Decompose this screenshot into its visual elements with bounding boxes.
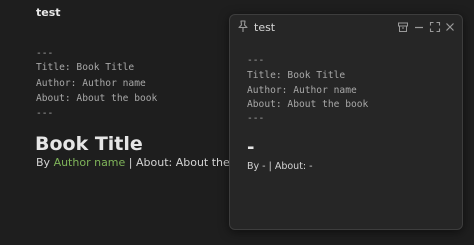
popout-book-title: - [247, 137, 255, 158]
popout-frontmatter-about-line: About: About the book [247, 99, 369, 110]
frontmatter-about-line: About: About the book [36, 93, 158, 104]
frontmatter-open: --- [36, 48, 54, 59]
book-title-heading: Book Title [35, 133, 143, 155]
archive-icon[interactable] [397, 21, 409, 33]
maximize-icon[interactable] [429, 21, 441, 33]
note-title: test [36, 6, 61, 19]
minimize-icon[interactable] [413, 21, 425, 33]
frontmatter-title-line: Title: Book Title [36, 62, 135, 73]
popout-byline: By - | About: - [247, 161, 313, 172]
popout-frontmatter-author-line: Author: Author name [247, 85, 357, 96]
popout-title: test [254, 21, 276, 34]
pin-icon[interactable] [237, 20, 249, 33]
frontmatter-author-line: Author: Author name [36, 78, 146, 89]
popout-header[interactable]: test [230, 15, 462, 39]
by-prefix: By [36, 156, 51, 169]
popout-frontmatter-title-line: Title: Book Title [247, 70, 346, 81]
popout-frontmatter-open: --- [247, 55, 265, 66]
frontmatter-close: --- [36, 108, 54, 119]
byline: By Author name | About: About the book [36, 156, 260, 169]
popout-window: test --- Title: Book Title Author: Autho… [229, 14, 463, 230]
popout-frontmatter-close: --- [247, 113, 265, 124]
author-link[interactable]: Author name [54, 156, 126, 169]
close-icon[interactable] [444, 21, 456, 33]
